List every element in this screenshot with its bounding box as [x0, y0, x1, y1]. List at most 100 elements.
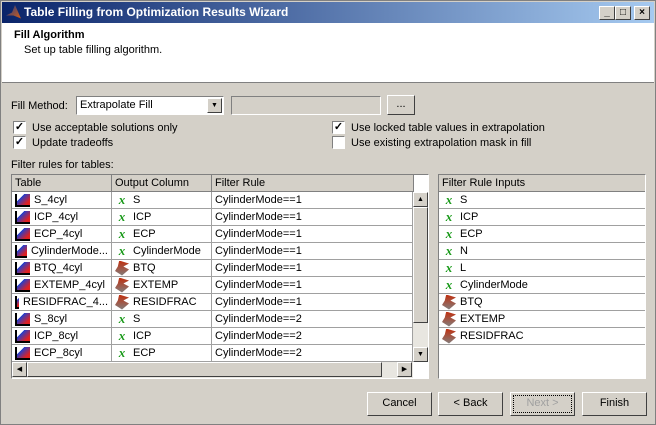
lookup-table-icon	[15, 295, 20, 309]
table-row[interactable]: EXTEMP_4cyl EXTEMP CylinderMode==1	[12, 277, 413, 294]
filter-rule-cell[interactable]: CylinderMode==1	[212, 209, 413, 225]
filter-rule-cell[interactable]: CylinderMode==1	[212, 192, 413, 208]
list-item[interactable]: xN	[439, 243, 645, 260]
locked-values-checkbox[interactable]: ✓ Use locked table values in extrapolatio…	[332, 121, 545, 134]
step-title: Fill Algorithm	[14, 29, 85, 41]
output-column-cell[interactable]: xS	[112, 192, 212, 208]
table-row[interactable]: ICP_8cyl x ICP CylinderMode==2	[12, 328, 413, 345]
filter-rule-cell[interactable]: CylinderMode==1	[212, 277, 413, 293]
scroll-thumb[interactable]	[413, 207, 428, 323]
extrapolation-mask-checkbox[interactable]: Use existing extrapolation mask in fill	[332, 136, 531, 149]
table-name-cell[interactable]: S_8cyl	[12, 311, 112, 327]
filter-rule: CylinderMode==1	[215, 228, 302, 240]
output-column-cell[interactable]: EXTEMP	[112, 277, 212, 293]
output-column-cell[interactable]: RESIDFRAC	[112, 294, 212, 310]
scroll-up-icon[interactable]: ▲	[413, 192, 428, 207]
checkbox-check-icon: ✓	[332, 121, 345, 134]
table-name-cell[interactable]: BTQ_4cyl	[12, 260, 112, 276]
column-header-filter-rule[interactable]: Filter Rule	[212, 175, 414, 192]
table-row[interactable]: CylinderMode... x CylinderMode CylinderMo…	[12, 243, 413, 260]
filter-rule-cell[interactable]: CylinderMode==1	[212, 260, 413, 276]
finish-button[interactable]: Finish	[582, 392, 647, 416]
minimize-button[interactable]: _	[599, 6, 615, 20]
table-row[interactable]: S_4cyl xS CylinderMode==1	[12, 192, 413, 209]
maximize-button[interactable]: □	[615, 6, 631, 20]
output-column-cell[interactable]: x ECP	[112, 345, 212, 361]
model-icon	[115, 277, 129, 293]
output-name: BTQ	[133, 262, 156, 274]
filter-rule-cell[interactable]: CylinderMode==2	[212, 311, 413, 327]
list-item[interactable]: BTQ	[439, 294, 645, 311]
fill-method-dropdown[interactable]: Extrapolate Fill ▼	[76, 96, 224, 115]
table-row[interactable]: S_8cyl xS CylinderMode==2	[12, 311, 413, 328]
input-name: L	[460, 262, 467, 274]
chevron-down-icon[interactable]: ▼	[207, 98, 222, 113]
table-row[interactable]: ECP_8cyl x ECP CylinderMode==2	[12, 345, 413, 362]
browse-button[interactable]: ...	[387, 95, 415, 115]
output-column-cell[interactable]: x ECP	[112, 226, 212, 242]
filter-rule: CylinderMode==1	[215, 262, 302, 274]
table-name-cell[interactable]: S_4cyl	[12, 192, 112, 208]
output-column-cell[interactable]: x CylinderMode	[112, 243, 212, 259]
horizontal-scrollbar[interactable]: ◀ ▶	[12, 362, 413, 378]
table-name-cell[interactable]: ICP_4cyl	[12, 209, 112, 225]
back-button[interactable]: < Back	[438, 392, 503, 416]
column-header-inputs[interactable]: Filter Rule Inputs	[439, 175, 645, 192]
table-name-cell[interactable]: RESIDFRAC_4...	[12, 294, 112, 310]
close-button[interactable]: ×	[634, 6, 650, 20]
input-name: ECP	[460, 228, 483, 240]
list-item[interactable]: xL	[439, 260, 645, 277]
scroll-thumb-horizontal[interactable]	[27, 362, 382, 377]
list-item[interactable]: x ECP	[439, 226, 645, 243]
checkbox-label: Use locked table values in extrapolation	[351, 121, 545, 134]
filter-rules-label: Filter rules for tables:	[11, 159, 114, 171]
table-row[interactable]: RESIDFRAC_4... RESIDFRAC CylinderMode==1	[12, 294, 413, 311]
cancel-button[interactable]: Cancel	[367, 392, 432, 416]
scroll-right-icon[interactable]: ▶	[397, 362, 412, 377]
update-tradeoffs-checkbox[interactable]: ✓ Update tradeoffs	[13, 136, 113, 149]
output-name: S	[133, 313, 141, 325]
filter-rule-cell[interactable]: CylinderMode==2	[212, 345, 413, 361]
list-item[interactable]: xS	[439, 192, 645, 209]
filter-rule-cell[interactable]: CylinderMode==1	[212, 226, 413, 242]
output-name: ICP	[133, 211, 152, 223]
table-name-cell[interactable]: EXTEMP_4cyl	[12, 277, 112, 293]
output-column-cell[interactable]: xS	[112, 311, 212, 327]
filter-rule-cell[interactable]: CylinderMode==2	[212, 328, 413, 344]
list-item[interactable]: RESIDFRAC	[439, 328, 645, 345]
vertical-scrollbar[interactable]: ▲ ▼	[413, 192, 428, 362]
input-name: EXTEMP	[460, 313, 506, 325]
table-name: S_8cyl	[34, 313, 68, 325]
table-name: CylinderMode...	[30, 245, 108, 257]
scroll-down-icon[interactable]: ▼	[413, 347, 428, 362]
column-header-output[interactable]: Output Column	[112, 175, 212, 192]
table-name-cell[interactable]: ECP_4cyl	[12, 226, 112, 242]
acceptable-solutions-checkbox[interactable]: ✓ Use acceptable solutions only	[13, 121, 178, 134]
lookup-table-icon	[15, 210, 30, 224]
output-name: RESIDFRAC	[133, 296, 197, 308]
filter-rule-cell[interactable]: CylinderMode==1	[212, 243, 413, 259]
list-item[interactable]: x CylinderMode	[439, 277, 645, 294]
wizard-window: Table Filling from Optimization Results …	[0, 0, 656, 425]
next-button[interactable]: Next >	[510, 392, 575, 416]
output-column-cell[interactable]: x ICP	[112, 328, 212, 344]
list-item[interactable]: EXTEMP	[439, 311, 645, 328]
scroll-left-icon[interactable]: ◀	[12, 362, 27, 377]
table-row[interactable]: ECP_4cyl x ECP CylinderMode==1	[12, 226, 413, 243]
column-header-table[interactable]: Table	[12, 175, 112, 192]
output-name: EXTEMP	[133, 279, 179, 291]
input-name: RESIDFRAC	[460, 330, 524, 342]
table-row[interactable]: BTQ_4cyl BTQ CylinderMode==1	[12, 260, 413, 277]
input-name: N	[460, 245, 468, 257]
table-row[interactable]: ICP_4cyl x ICP CylinderMode==1	[12, 209, 413, 226]
list-item[interactable]: x ICP	[439, 209, 645, 226]
output-column-cell[interactable]: x ICP	[112, 209, 212, 225]
table-name-cell[interactable]: ICP_8cyl	[12, 328, 112, 344]
output-column-cell[interactable]: BTQ	[112, 260, 212, 276]
table-name: ICP_8cyl	[34, 330, 79, 342]
lookup-table-icon	[15, 227, 30, 241]
table-name-cell[interactable]: CylinderMode...	[12, 243, 112, 259]
filter-rule-cell[interactable]: CylinderMode==1	[212, 294, 413, 310]
table-name-cell[interactable]: ECP_8cyl	[12, 345, 112, 361]
filter-rule: CylinderMode==2	[215, 313, 302, 325]
